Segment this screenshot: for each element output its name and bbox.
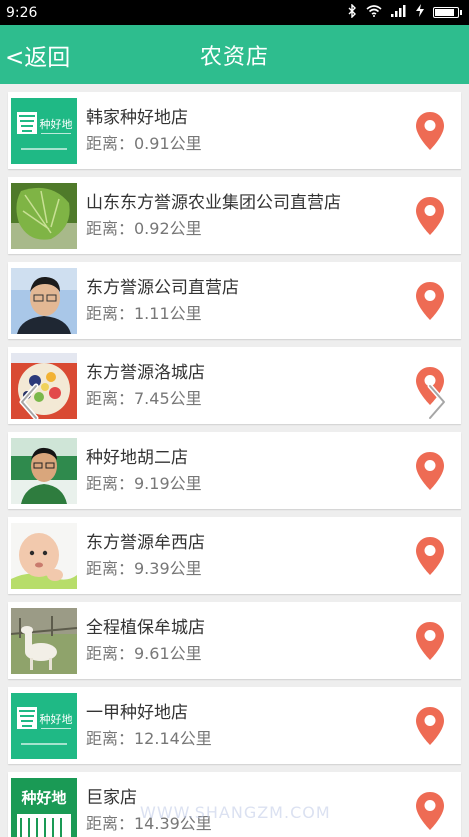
store-distance: 距离：1.11公里 <box>86 304 202 323</box>
svg-text:种好地: 种好地 <box>40 712 73 726</box>
store-info: 一甲种好地店距离：12.14公里 <box>86 700 461 751</box>
store-info: 东方誉源公司直营店 距离：1.11公里 <box>86 275 461 326</box>
map-pin-icon[interactable] <box>415 111 445 151</box>
store-distance: 距离：9.19公里 <box>86 474 202 493</box>
map-pin-icon[interactable] <box>415 706 445 746</box>
store-name: 山东东方誉源农业集团公司直营店 <box>86 193 341 213</box>
store-info: 山东东方誉源农业集团公司直营店 距离：0.92公里 <box>86 190 461 241</box>
store-list: 种好地 韩家种好地店 距离：0.91公里 山东东方誉源农业集团公司直营店 距离：0.92… <box>8 92 461 837</box>
store-thumbnail <box>11 267 77 334</box>
watermark: WWW.SHANGZM.COM <box>140 803 331 822</box>
page-title: 农资店 <box>199 44 269 70</box>
store-thumbnail <box>11 437 77 504</box>
status-time: 9:26 <box>6 4 38 21</box>
store-name: 种好地胡二店 <box>86 448 188 468</box>
store-info: 东方誉源洛城店 距离：7.45公里 <box>86 360 461 411</box>
map-pin-icon[interactable] <box>415 196 445 236</box>
store-name: 一甲种好地店 <box>86 703 188 723</box>
battery-icon <box>433 7 462 18</box>
store-info: 韩家种好地店 距离：0.91公里 <box>86 105 461 156</box>
store-list-item[interactable]: 种好地 韩家种好地店 距离：0.91公里 <box>8 92 461 169</box>
store-list-item[interactable]: 山东东方誉源农业集团公司直营店 距离：0.92公里 <box>8 177 461 254</box>
store-name: 韩家种好地店 <box>86 108 188 128</box>
store-name: 东方誉源洛城店 <box>86 363 205 383</box>
map-pin-icon[interactable] <box>415 791 445 831</box>
back-button[interactable]: <返回 <box>5 25 70 84</box>
store-distance: 距离：12.14公里 <box>86 729 212 748</box>
map-pin-icon[interactable] <box>415 621 445 661</box>
store-thumbnail <box>11 607 77 674</box>
map-pin-icon[interactable] <box>415 451 445 491</box>
status-icons <box>347 2 462 22</box>
status-bar: 9:26 <box>0 0 469 25</box>
store-distance: 距离：0.91公里 <box>86 134 202 153</box>
store-thumbnail <box>11 182 77 249</box>
store-thumbnail: 种好地 <box>11 777 77 837</box>
bluetooth-icon <box>347 2 357 22</box>
store-list-item[interactable]: 种好地胡二店 距离：9.19公里 <box>8 432 461 509</box>
store-list-item[interactable]: 种好地 一甲种好地店距离：12.14公里 <box>8 687 461 764</box>
chevron-right-icon[interactable] <box>422 382 452 422</box>
store-info: 全程植保牟城店 距离：9.61公里 <box>86 615 461 666</box>
store-name: 东方誉源公司直营店 <box>86 278 239 298</box>
store-distance: 距离：9.61公里 <box>86 644 202 663</box>
store-info: 东方誉源牟西店 距离：9.39公里 <box>86 530 461 581</box>
wifi-icon <box>366 4 382 21</box>
store-distance: 距离：7.45公里 <box>86 389 202 408</box>
store-info: 种好地胡二店 距离：9.19公里 <box>86 445 461 496</box>
store-thumbnail: 种好地 <box>11 692 77 759</box>
map-pin-icon[interactable] <box>415 281 445 321</box>
store-name: 东方誉源牟西店 <box>86 533 205 553</box>
store-name: 全程植保牟城店 <box>86 618 205 638</box>
store-list-item[interactable]: 东方誉源牟西店 距离：9.39公里 <box>8 517 461 594</box>
app-header: <返回 农资店 <box>0 25 469 84</box>
map-pin-icon[interactable] <box>415 536 445 576</box>
chevron-left-icon[interactable] <box>14 382 44 422</box>
svg-text:种好地: 种好地 <box>20 789 66 807</box>
store-thumbnail <box>11 522 77 589</box>
store-list-item[interactable]: 全程植保牟城店 距离：9.61公里 <box>8 602 461 679</box>
charging-icon <box>416 4 424 21</box>
store-list-item[interactable]: 东方誉源洛城店 距离：7.45公里 <box>8 347 461 424</box>
store-list-item[interactable]: 东方誉源公司直营店 距离：1.11公里 <box>8 262 461 339</box>
svg-text:种好地: 种好地 <box>40 117 73 131</box>
store-thumbnail: 种好地 <box>11 97 77 164</box>
store-distance: 距离：0.92公里 <box>86 219 202 238</box>
store-distance: 距离：9.39公里 <box>86 559 202 578</box>
signal-icon <box>391 4 407 21</box>
